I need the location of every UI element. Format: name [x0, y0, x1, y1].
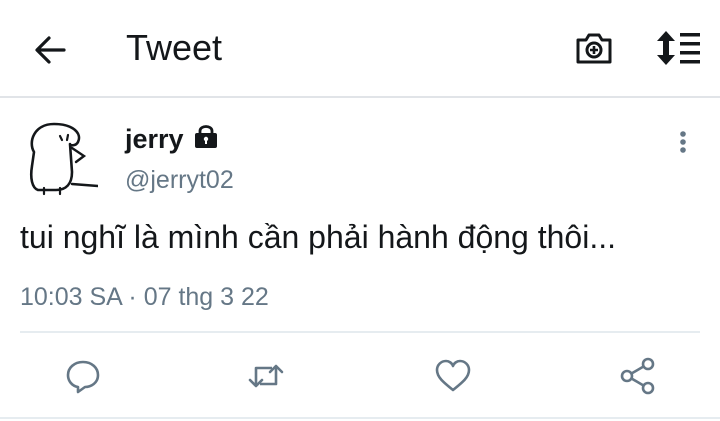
avatar[interactable]	[20, 118, 98, 196]
user-handle[interactable]: @jerryt02	[125, 166, 234, 195]
display-name[interactable]: jerry	[125, 124, 184, 155]
heart-icon	[435, 359, 471, 392]
reply-icon	[66, 360, 100, 394]
divider	[20, 331, 700, 333]
tweet-text: tui nghĩ là mình cần phải hành động thôi…	[20, 219, 616, 255]
retweet-icon	[248, 364, 284, 388]
page-title: Tweet	[126, 27, 223, 68]
more-vertical-icon	[680, 131, 686, 153]
arrow-left-icon	[35, 36, 66, 64]
divider	[0, 417, 720, 419]
more-options-button[interactable]	[670, 128, 696, 158]
sort-list-icon	[657, 31, 700, 65]
sort-button[interactable]	[655, 28, 703, 68]
share-icon	[620, 357, 655, 395]
camera-add-icon	[576, 33, 612, 64]
tweet-timestamp: 10:03 SA · 07 thg 3 22	[20, 283, 269, 311]
lock-icon	[192, 123, 220, 149]
reply-button[interactable]	[63, 356, 103, 396]
avatar-image	[29, 122, 98, 196]
back-button[interactable]	[30, 30, 70, 70]
share-button[interactable]	[618, 356, 658, 396]
like-button[interactable]	[433, 356, 473, 396]
camera-button[interactable]	[574, 28, 614, 68]
retweet-button[interactable]	[246, 356, 286, 396]
top-app-bar: Tweet	[0, 0, 720, 98]
